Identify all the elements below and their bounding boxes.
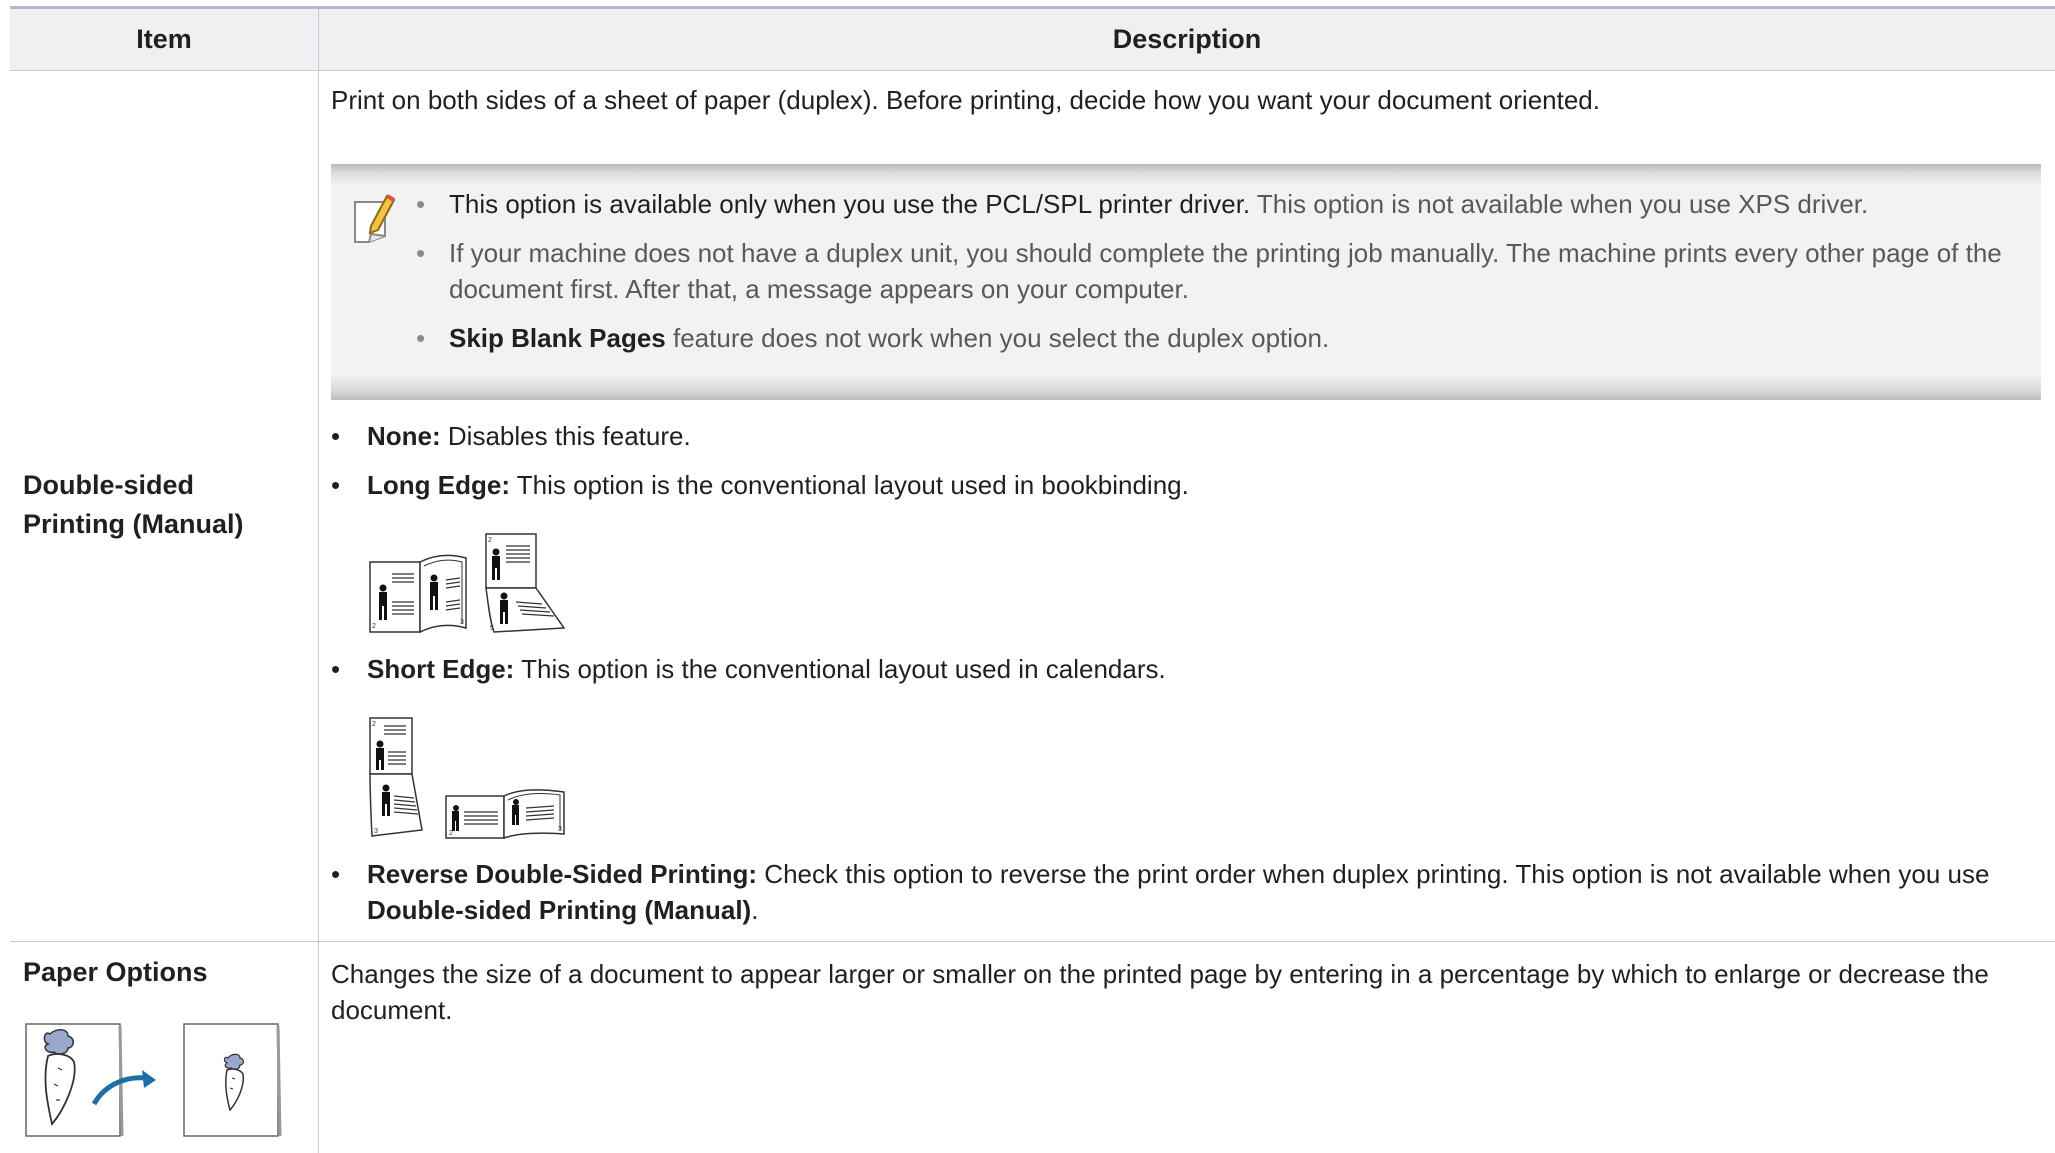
note-text-strong: This option is available only when you u… <box>449 189 1251 219</box>
table-header-row: Item Description <box>10 9 2055 71</box>
bullet: • <box>331 470 341 500</box>
option-label: Long Edge: <box>367 470 510 500</box>
bullet: • <box>416 323 426 353</box>
page-number: 3 <box>460 619 464 626</box>
item-label-line: Printing (Manual) <box>23 509 244 539</box>
item-double-sided-printing: Double-sided Printing (Manual) <box>23 466 243 544</box>
option-label: Reverse Double-Sided Printing: <box>367 859 758 889</box>
paper-options-description: Changes the size of a document to appear… <box>331 959 1989 1025</box>
column-header-item: Item <box>136 24 192 54</box>
bullet: • <box>416 189 426 219</box>
note-text: If your machine does not have a duplex u… <box>449 238 2002 304</box>
note-text: This option is not available when you us… <box>1250 189 1869 219</box>
option-label: None: <box>367 421 441 451</box>
row-divider <box>10 941 2055 942</box>
note-item: • This option is available only when you … <box>416 186 2026 222</box>
option-short-edge: • Short Edge: This option is the conventi… <box>331 651 2041 687</box>
option-term: Double-sided Printing (Manual) <box>367 895 752 925</box>
note-list: • This option is available only when you … <box>416 186 2026 369</box>
note-box: • This option is available only when you … <box>331 164 2041 400</box>
bullet: • <box>331 859 341 889</box>
page-number: 2 <box>449 830 453 837</box>
option-text: This option is the conventional layout u… <box>509 470 1189 500</box>
option-long-edge: • Long Edge: This option is the conventio… <box>331 467 2041 503</box>
bullet: • <box>331 654 341 684</box>
page-number: 3 <box>558 826 562 833</box>
page-number: 3 <box>374 828 378 835</box>
note-item: • Skip Blank Pages feature does not work … <box>416 320 2026 356</box>
short-edge-illustration: 2 3 2 3 <box>369 717 565 840</box>
option-label: Short Edge: <box>367 654 515 684</box>
page-number: 2 <box>372 721 376 728</box>
reduce-carrot-illustration <box>25 1023 282 1137</box>
note-text: feature does not work when you select th… <box>665 323 1330 353</box>
option-text: Disables this feature. <box>440 421 691 451</box>
option-text: This option is the conventional layout u… <box>514 654 1166 684</box>
note-term: Skip Blank Pages <box>449 323 666 353</box>
option-none: • None: Disables this feature. <box>331 418 2041 454</box>
bullet: • <box>416 238 426 268</box>
double-sided-intro: Print on both sides of a sheet of paper … <box>331 85 1600 115</box>
long-edge-illustration: 2 3 2 5 <box>369 533 566 634</box>
bullet: • <box>331 421 341 451</box>
option-reverse-double-sided: • Reverse Double-Sided Printing: Check th… <box>331 856 2041 928</box>
option-text: Check this option to reverse the print o… <box>757 859 1990 889</box>
note-item: • If your machine does not have a duplex … <box>416 235 2026 307</box>
item-label-line: Double-sided <box>23 470 195 500</box>
column-header-description: Description <box>1112 24 1262 54</box>
option-text: . <box>751 895 759 925</box>
column-divider <box>318 9 319 1153</box>
page-number: 5 <box>490 625 494 632</box>
page-number: 2 <box>488 537 492 544</box>
note-pencil-icon <box>354 194 396 243</box>
item-paper-options: Paper Options <box>23 957 208 987</box>
page-number: 2 <box>372 623 376 630</box>
